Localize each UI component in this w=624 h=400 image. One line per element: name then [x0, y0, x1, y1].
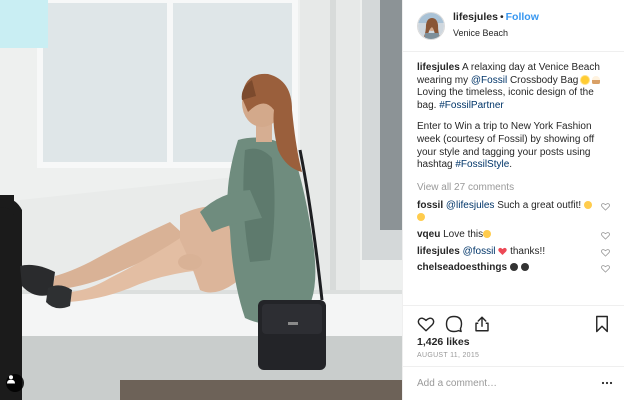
heart-eyes-emoji-icon: [417, 213, 425, 222]
comment-username[interactable]: vqeu: [417, 229, 440, 240]
comment-item: chelseadoesthings: [417, 262, 614, 275]
comment-like-heart-icon[interactable]: [601, 264, 610, 273]
share-icon[interactable]: [473, 315, 491, 333]
post-photo[interactable]: [0, 0, 402, 400]
post-header: lifesjules • Follow Venice Beach: [403, 0, 624, 52]
comment-text: thanks!!: [507, 245, 546, 257]
avatar[interactable]: [417, 12, 445, 40]
bookmark-icon[interactable]: [593, 315, 611, 333]
caption-hashtag[interactable]: #FossilPartner: [439, 100, 503, 111]
comment-like-heart-icon[interactable]: [601, 248, 610, 257]
ice-cream-emoji-icon: [591, 75, 600, 84]
comment-mention[interactable]: @fossil: [463, 246, 496, 257]
likes-count[interactable]: 1,426 likes: [417, 336, 470, 348]
photo-illustration: [0, 0, 402, 400]
instagram-post: lifesjules • Follow Venice Beach lifesjule…: [0, 0, 624, 400]
comment-item: fossil @lifesjules Such a great outfit!: [417, 200, 614, 225]
header-username[interactable]: lifesjules: [453, 11, 498, 23]
post-side-panel: lifesjules • Follow Venice Beach lifesjule…: [402, 0, 624, 400]
user-tag-icon[interactable]: [6, 374, 24, 392]
comment-like-heart-icon[interactable]: [601, 202, 610, 211]
comment-username[interactable]: chelseadoesthings: [417, 262, 507, 273]
separator-dot: •: [499, 11, 504, 23]
comment-icon[interactable]: [445, 315, 463, 333]
more-options-icon[interactable]: [601, 377, 613, 389]
comment-username[interactable]: fossil: [417, 200, 443, 211]
caption-para2-end: .: [509, 159, 513, 171]
caption-username[interactable]: lifesjules: [417, 62, 460, 73]
caption-paragraph-2: Enter to Win a trip to New York Fashion …: [417, 121, 614, 171]
caption-mention[interactable]: @Fossil: [471, 75, 507, 86]
add-comment-input[interactable]: Add a comment…: [417, 378, 497, 400]
caption-text-2: Crossbody Bag: [507, 74, 582, 86]
action-bar: [403, 305, 624, 335]
smiling-face-emoji-icon: [509, 263, 518, 272]
comment-mention[interactable]: @lifesjules: [446, 200, 495, 211]
smiling-face-emoji-icon: [520, 263, 529, 272]
comment-text: Love this: [440, 228, 484, 240]
comments-area: lifesjules A relaxing day at Venice Beac…: [403, 52, 624, 305]
red-heart-emoji-icon: [498, 247, 508, 255]
location-link[interactable]: Venice Beach: [453, 27, 539, 39]
comment-text: Such a great outfit!: [494, 199, 582, 211]
view-all-comments-link[interactable]: View all 27 comments: [417, 181, 614, 194]
comment-username[interactable]: lifesjules: [417, 246, 460, 257]
sun-emoji-icon: [581, 75, 590, 84]
comment-item: vqeu Love this: [417, 229, 614, 242]
add-comment-bar: Add a comment…: [403, 366, 624, 400]
heart-eyes-emoji-icon: [583, 200, 592, 209]
post-date[interactable]: AUGUST 11, 2015: [417, 352, 479, 359]
post-caption: lifesjules A relaxing day at Venice Beac…: [417, 62, 614, 172]
heart-eyes-emoji-icon: [483, 229, 492, 238]
follow-button[interactable]: Follow: [506, 11, 539, 23]
comment-like-heart-icon[interactable]: [601, 231, 610, 240]
heart-icon[interactable]: [417, 315, 435, 333]
comment-item: lifesjules @fossil thanks!!: [417, 246, 614, 259]
caption-hashtag-2[interactable]: #FossilStyle: [455, 159, 509, 170]
